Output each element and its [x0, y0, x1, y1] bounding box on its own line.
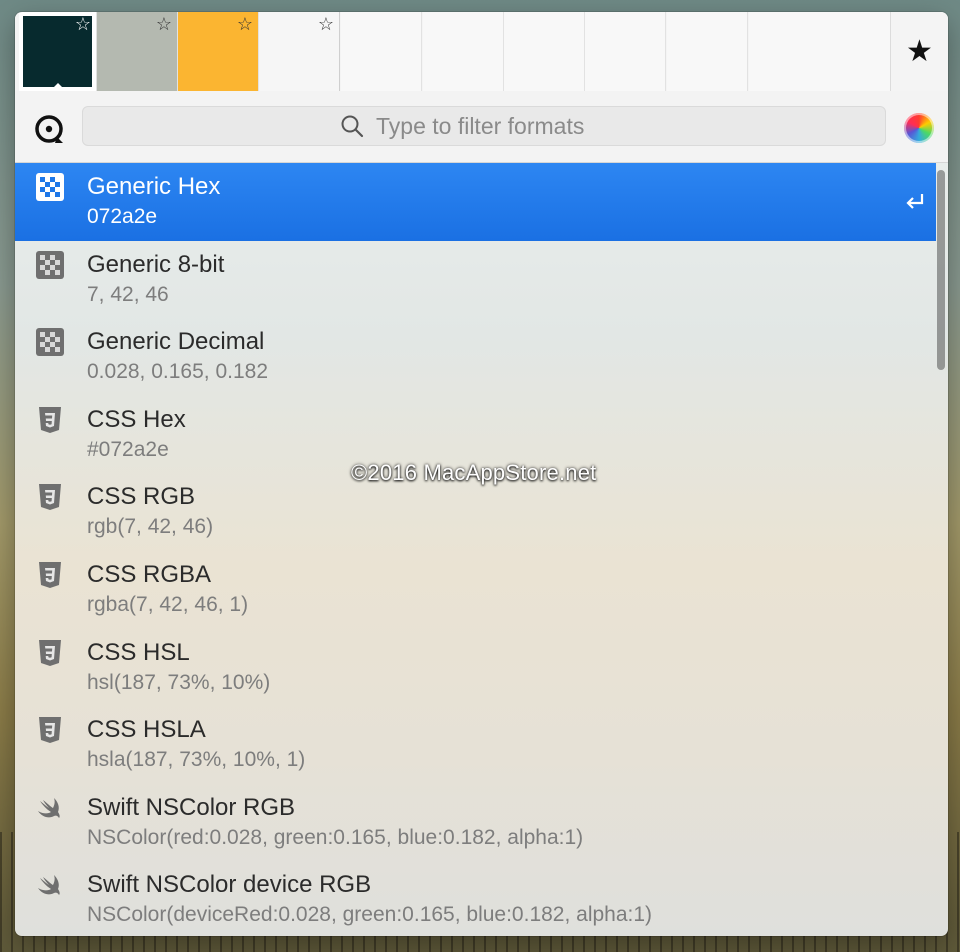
css3-icon — [39, 406, 61, 433]
format-row[interactable]: Generic 8-bit 7, 42, 46 — [15, 241, 936, 319]
favorites-star-icon[interactable]: ★ — [890, 12, 948, 91]
format-title: Generic Decimal — [87, 328, 265, 356]
format-row[interactable]: Swift NSColor device RGB NSColor(deviceR… — [15, 861, 936, 936]
format-value: NSColor(red:0.028, green:0.165, blue:0.1… — [87, 825, 584, 849]
star-outline-icon[interactable]: ☆ — [318, 15, 334, 33]
css3-icon — [39, 484, 61, 511]
star-outline-icon[interactable]: ☆ — [156, 15, 172, 33]
star-outline-icon[interactable]: ☆ — [75, 15, 91, 33]
format-row[interactable]: CSS HSL hsl(187, 73%, 10%) — [15, 629, 936, 707]
format-value: NSColor(deviceRed:0.028, green:0.165, bl… — [87, 903, 653, 927]
format-title: CSS HSL — [87, 638, 190, 666]
format-value: #072a2e — [87, 437, 169, 461]
search-icon — [341, 115, 364, 138]
star-outline-icon[interactable]: ☆ — [237, 15, 253, 33]
watermark: ©2016 MacAppStore.net — [351, 460, 597, 485]
return-key-icon — [906, 194, 924, 209]
format-title: Swift NSColor device RGB — [87, 871, 372, 899]
format-row[interactable]: CSS HSLA hsla(187, 73%, 10%, 1) — [15, 706, 936, 784]
format-title: CSS RGBA — [87, 560, 212, 588]
empty-slot — [423, 12, 504, 91]
format-title: Generic 8-bit — [87, 250, 225, 278]
search-field[interactable] — [82, 106, 886, 146]
format-list: Generic Hex 072a2e Generic 8-bit 7, 42, … — [15, 163, 936, 936]
format-row[interactable]: Swift NSColor RGB NSColor(red:0.028, gre… — [15, 784, 936, 862]
swatch-4[interactable]: ☆ — [259, 12, 340, 91]
format-row[interactable]: Generic Decimal 0.028, 0.165, 0.182 — [15, 318, 936, 396]
css3-icon — [39, 561, 61, 588]
format-title: Swift NSColor RGB — [87, 793, 296, 821]
scrollbar[interactable] — [937, 170, 945, 370]
color-picker-icon[interactable] — [33, 113, 65, 145]
empty-slot — [341, 12, 422, 91]
format-value: 7, 42, 46 — [87, 282, 169, 306]
empty-slot — [749, 12, 891, 91]
search-input[interactable] — [374, 111, 628, 141]
empty-slot — [667, 12, 748, 91]
format-value: 072a2e — [87, 205, 158, 228]
format-title: CSS HSLA — [87, 716, 206, 744]
toolbar — [15, 91, 948, 163]
swatch-2[interactable]: ☆ — [97, 12, 178, 91]
format-value: 0.028, 0.165, 0.182 — [87, 360, 268, 384]
format-row[interactable]: CSS RGBA rgba(7, 42, 46, 1) — [15, 551, 936, 629]
format-row[interactable]: Generic Hex 072a2e — [15, 163, 936, 241]
css3-icon — [39, 639, 61, 666]
format-value: rgba(7, 42, 46, 1) — [87, 592, 249, 616]
css3-icon — [39, 717, 61, 744]
format-title: CSS RGB — [87, 483, 196, 511]
checker-icon — [36, 173, 64, 201]
checker-icon — [36, 250, 64, 279]
swift-icon — [38, 797, 60, 818]
format-value: rgb(7, 42, 46) — [87, 515, 214, 539]
swatch-strip: ☆ ☆ ☆ ☆ ★ — [15, 12, 948, 92]
color-wheel-icon[interactable] — [904, 113, 934, 143]
checker-icon — [36, 328, 64, 357]
swatch-3[interactable]: ☆ — [178, 12, 259, 91]
format-value: hsla(187, 73%, 10%, 1) — [87, 748, 306, 772]
empty-slot — [504, 12, 585, 91]
empty-slot — [585, 12, 666, 91]
swift-icon — [38, 875, 60, 896]
format-title: CSS Hex — [87, 405, 186, 433]
format-value: hsl(187, 73%, 10%) — [87, 670, 271, 694]
swatch-1[interactable]: ☆ — [19, 12, 97, 92]
format-title: Generic Hex — [87, 173, 221, 200]
